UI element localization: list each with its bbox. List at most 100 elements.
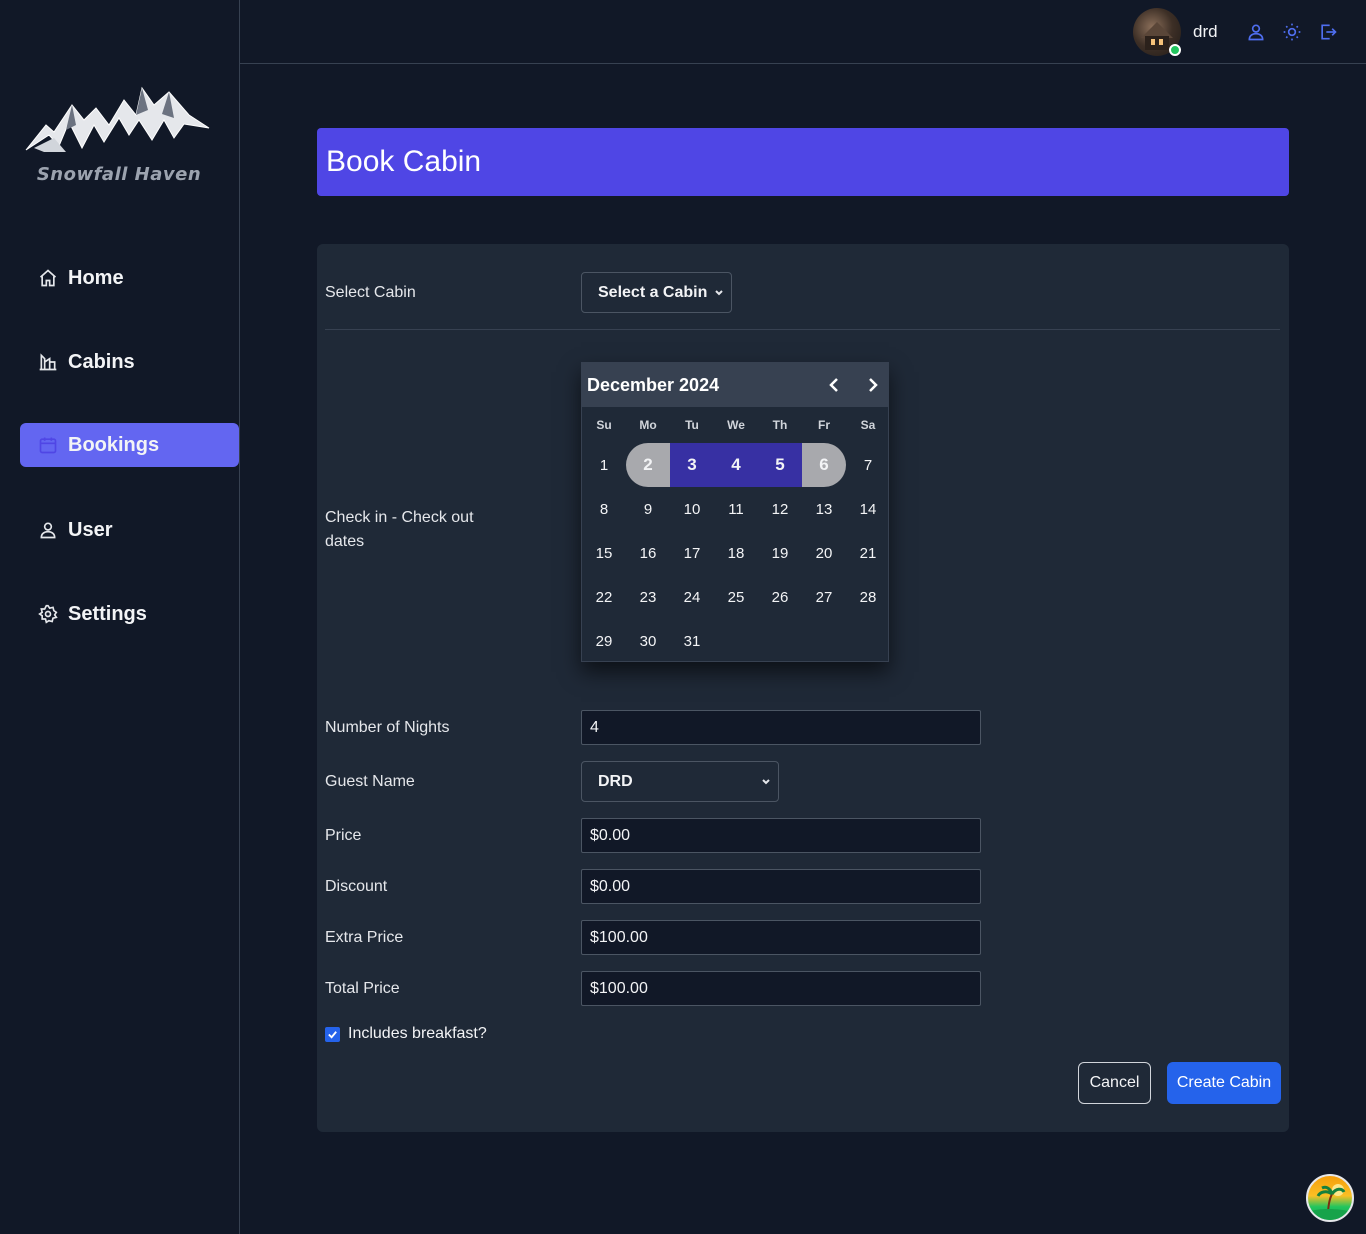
calendar-day[interactable]: 19	[758, 531, 802, 575]
calendar-day[interactable]: 10	[670, 487, 714, 531]
cancel-button[interactable]: Cancel	[1078, 1062, 1151, 1104]
calendar-day[interactable]: 4	[714, 443, 758, 487]
chevron-right-icon[interactable]	[862, 375, 882, 395]
online-status-dot	[1169, 44, 1181, 56]
logout-icon[interactable]	[1318, 22, 1338, 42]
calendar-day[interactable]: 9	[626, 487, 670, 531]
total-price-value: $100.00	[590, 979, 648, 997]
weekday-label: Mo	[639, 418, 657, 432]
calendar-day[interactable]: 3	[670, 443, 714, 487]
calendar-day[interactable]: 6	[802, 443, 846, 487]
sidebar-item-bookings[interactable]: Bookings	[20, 423, 239, 467]
sidebar-item-label: Bookings	[68, 433, 160, 456]
discount-value: $0.00	[590, 877, 631, 895]
page-title-bar: Book Cabin	[317, 128, 1289, 196]
calendar-day[interactable]: 21	[846, 531, 890, 575]
calendar-day[interactable]: 12	[758, 487, 802, 531]
discount-label: Discount	[325, 878, 388, 895]
weekday-label: Sa	[860, 418, 876, 432]
guest-label: Guest Name	[325, 773, 415, 790]
calendar-day[interactable]: 27	[802, 575, 846, 619]
calendar-day[interactable]: 26	[758, 575, 802, 619]
calendar-day[interactable]: 13	[802, 487, 846, 531]
logo[interactable]: Snowfall Haven	[24, 80, 214, 190]
calendar-day[interactable]: 22	[582, 575, 626, 619]
sidebar-item-settings[interactable]: Settings	[20, 592, 239, 636]
date-range-calendar[interactable]: December 2024 Su Mo Tu We Th Fr Sa 1 2 3 4 5 6 7 8 9 10…	[581, 362, 889, 662]
mountain-logo-icon	[25, 86, 210, 152]
weekday-label: Th	[772, 418, 788, 432]
chevron-down-icon	[760, 775, 772, 787]
price-value: $0.00	[590, 826, 631, 844]
checkmark-icon	[328, 1031, 337, 1039]
home-icon	[38, 268, 58, 288]
calendar-day[interactable]: 20	[802, 531, 846, 575]
calendar-day[interactable]: 2	[626, 443, 670, 487]
username: drd	[1193, 22, 1218, 41]
cabin-select-value: Select a Cabin	[598, 283, 708, 301]
price-input[interactable]: $0.00	[581, 818, 981, 853]
chevron-left-icon[interactable]	[825, 375, 845, 395]
calendar-day[interactable]: 8	[582, 487, 626, 531]
sidebar-item-label: Cabins	[68, 350, 135, 373]
calendar-day[interactable]: 14	[846, 487, 890, 531]
cabin-label: Select Cabin	[325, 284, 416, 301]
sidebar-item-user[interactable]: User	[20, 508, 239, 552]
cabins-icon	[38, 352, 58, 372]
sun-icon[interactable]	[1282, 22, 1302, 42]
extra-price-input[interactable]: $100.00	[581, 920, 981, 955]
create-cabin-button[interactable]: Create Cabin	[1167, 1062, 1281, 1104]
total-price-label: Total Price	[325, 980, 400, 997]
calendar-day[interactable]: 5	[758, 443, 802, 487]
calendar-day[interactable]: 23	[626, 575, 670, 619]
weekday-label: We	[727, 418, 745, 432]
user-icon	[38, 520, 58, 540]
calendar-day[interactable]: 28	[846, 575, 890, 619]
page-title: Book Cabin	[326, 145, 482, 178]
extra-price-label: Extra Price	[325, 929, 404, 946]
top-header: drd	[240, 0, 1366, 64]
chevron-down-icon	[713, 286, 725, 298]
calendar-day[interactable]: 15	[582, 531, 626, 575]
calendar-header: December 2024	[582, 363, 888, 407]
brand-name: Snowfall Haven	[36, 164, 202, 185]
weekday-label: Fr	[818, 418, 830, 432]
discount-input[interactable]: $0.00	[581, 869, 981, 904]
divider	[325, 329, 1280, 330]
calendar-month: December 2024	[587, 375, 720, 395]
calendar-day[interactable]: 25	[714, 575, 758, 619]
total-price-input[interactable]: $100.00	[581, 971, 981, 1006]
dates-label: Check in - Check out dates	[325, 509, 474, 550]
breakfast-checkbox[interactable]	[325, 1027, 340, 1042]
sidebar-item-home[interactable]: Home	[20, 256, 239, 300]
calendar-day[interactable]: 16	[626, 531, 670, 575]
sidebar: Snowfall Haven Home Cabins Bookings User…	[0, 0, 240, 1234]
weekday-label: Tu	[685, 418, 699, 432]
calendar-day[interactable]: 18	[714, 531, 758, 575]
guest-select[interactable]: DRD	[581, 761, 779, 802]
nights-input[interactable]: 4	[581, 710, 981, 745]
weekday-label: Su	[596, 418, 612, 432]
calendar-icon	[38, 435, 58, 455]
breakfast-label[interactable]: Includes breakfast?	[348, 1025, 487, 1043]
calendar-day[interactable]: 11	[714, 487, 758, 531]
user-icon[interactable]	[1246, 22, 1266, 42]
nights-label: Number of Nights	[325, 719, 450, 736]
cabin-select[interactable]: Select a Cabin	[581, 272, 732, 313]
sidebar-item-label: Home	[68, 266, 124, 289]
nights-value: 4	[590, 718, 599, 736]
calendar-day[interactable]: 30	[626, 619, 670, 663]
calendar-day[interactable]: 7	[846, 443, 890, 487]
extra-price-value: $100.00	[590, 928, 648, 946]
calendar-day[interactable]: 29	[582, 619, 626, 663]
calendar-day[interactable]: 17	[670, 531, 714, 575]
booking-form: Select Cabin Select a Cabin Check in - C…	[317, 244, 1289, 1132]
calendar-day[interactable]: 24	[670, 575, 714, 619]
calendar-day[interactable]: 1	[582, 443, 626, 487]
gear-icon	[38, 604, 58, 624]
sidebar-item-label: Settings	[68, 602, 147, 625]
palm-beach-badge-icon[interactable]	[1306, 1174, 1354, 1222]
price-label: Price	[325, 827, 362, 844]
sidebar-item-cabins[interactable]: Cabins	[20, 340, 239, 384]
calendar-day[interactable]: 31	[670, 619, 714, 663]
